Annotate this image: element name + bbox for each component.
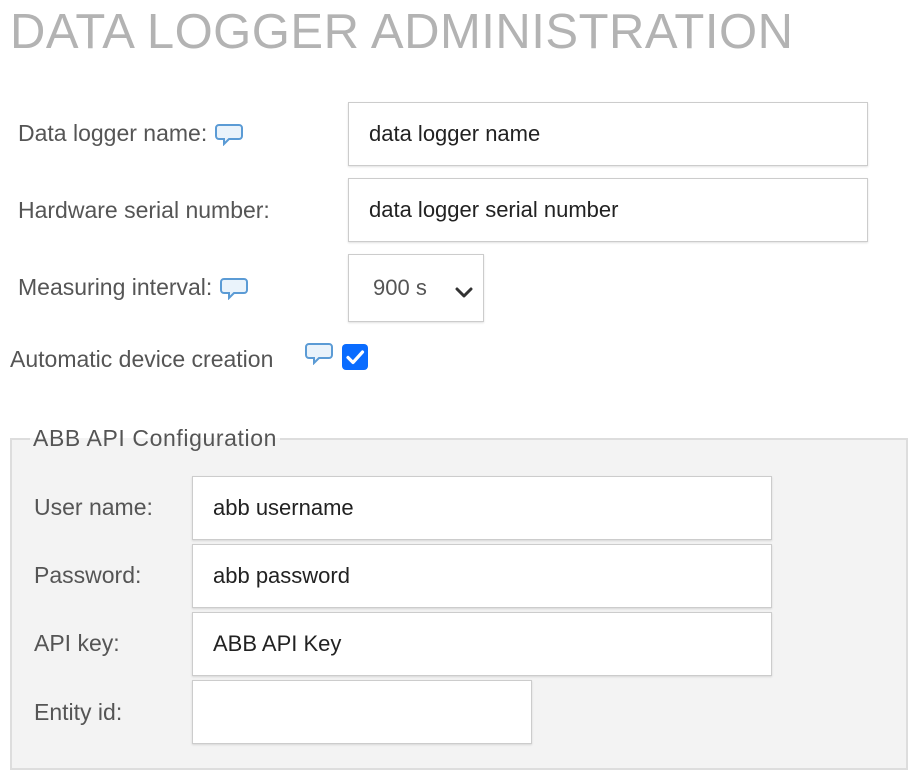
abb-api-key-label-text: API key:: [34, 630, 120, 656]
abb-entity-id-label: Entity id:: [34, 699, 122, 726]
speech-bubble-icon[interactable]: [305, 341, 333, 365]
abb-password-label: Password:: [34, 562, 141, 589]
measuring-interval-value: 900 s: [373, 275, 427, 300]
abb-password-input[interactable]: [192, 544, 772, 608]
speech-bubble-icon[interactable]: [220, 276, 249, 300]
data-logger-name-label-text: Data logger name:: [18, 120, 208, 146]
hardware-serial-label: Hardware serial number:: [18, 197, 270, 224]
auto-device-creation-label-text: Automatic device creation: [10, 346, 274, 372]
auto-device-creation-label: Automatic device creation: [10, 346, 273, 373]
abb-api-key-label: API key:: [34, 630, 120, 657]
measuring-interval-select[interactable]: 900 s: [348, 254, 484, 322]
measuring-interval-label: Measuring interval:: [18, 274, 249, 301]
chevron-down-icon: [455, 279, 473, 305]
page-title: DATA LOGGER ADMINISTRATION: [10, 5, 794, 59]
abb-password-label-text: Password:: [34, 562, 142, 588]
abb-username-input[interactable]: [192, 476, 772, 540]
abb-api-key-input[interactable]: [192, 612, 772, 676]
data-logger-name-label: Data logger name:: [18, 120, 244, 147]
speech-bubble-icon[interactable]: [215, 122, 244, 146]
hardware-serial-input[interactable]: [348, 178, 868, 242]
abb-entity-id-input[interactable]: [192, 680, 532, 744]
auto-device-creation-checkbox[interactable]: [342, 344, 368, 370]
abb-username-label: User name:: [34, 494, 153, 521]
abb-username-label-text: User name:: [34, 494, 153, 520]
data-logger-name-input[interactable]: [348, 102, 868, 166]
abb-entity-id-label-text: Entity id:: [34, 699, 123, 725]
measuring-interval-label-text: Measuring interval:: [18, 274, 213, 300]
abb-api-configuration-legend: ABB API Configuration: [30, 425, 281, 452]
hardware-serial-label-text: Hardware serial number:: [18, 197, 270, 223]
